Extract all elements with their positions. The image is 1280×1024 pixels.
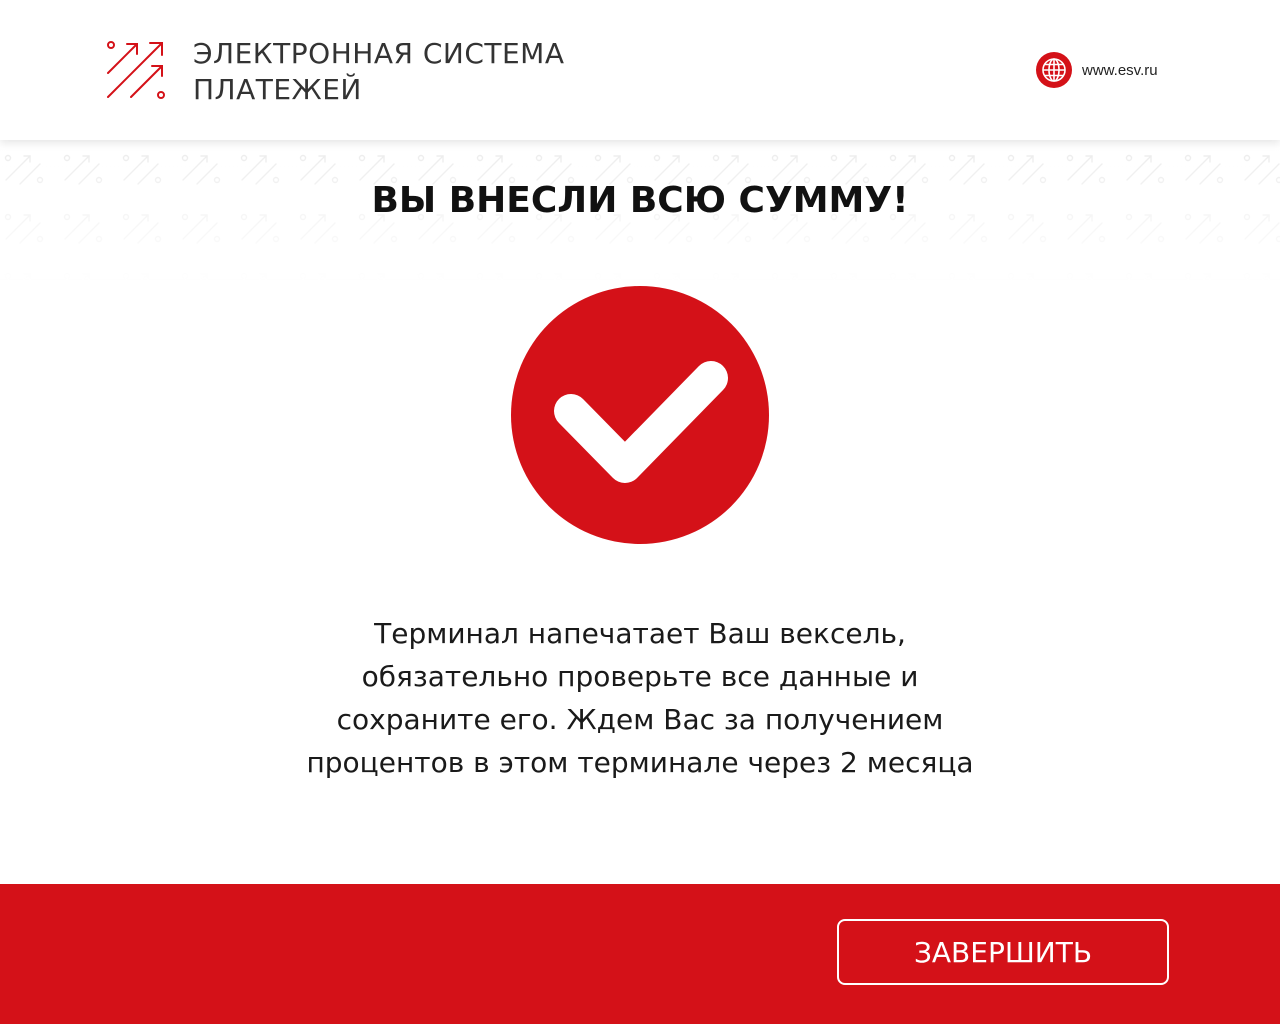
logo-line-1: ЭЛЕКТРОННАЯ СИСТЕМА <box>193 37 565 70</box>
site-url[interactable]: www.esv.ru <box>1082 62 1158 79</box>
checkmark-circle-icon <box>511 286 769 544</box>
info-message: Терминал напечатает Ваш вексель, обязате… <box>240 612 1040 784</box>
header: ЭЛЕКТРОННАЯ СИСТЕМА ПЛАТЕЖЕЙ www.esv.ru <box>0 0 1280 140</box>
globe-icon <box>1036 52 1072 88</box>
message-line: сохраните его. Ждем Вас за получением <box>336 703 944 736</box>
logo-line-2: ПЛАТЕЖЕЙ <box>193 73 362 106</box>
finish-button[interactable]: ЗАВЕРШИТЬ <box>837 919 1169 985</box>
logo-text: ЭЛЕКТРОННАЯ СИСТЕМА ПЛАТЕЖЕЙ <box>193 36 564 108</box>
page-title: ВЫ ВНЕСЛИ ВСЮ СУММУ! <box>371 180 909 221</box>
message-line: обязательно проверьте все данные и <box>361 660 919 693</box>
growth-arrows-icon <box>107 41 165 99</box>
message-line: процентов в этом терминале через 2 месяц… <box>306 746 974 779</box>
site-link[interactable]: www.esv.ru <box>1036 51 1158 89</box>
page: ЭЛЕКТРОННАЯ СИСТЕМА ПЛАТЕЖЕЙ www.esv.ru <box>0 0 1280 1024</box>
message-line: Терминал напечатает Ваш вексель, <box>374 617 906 650</box>
